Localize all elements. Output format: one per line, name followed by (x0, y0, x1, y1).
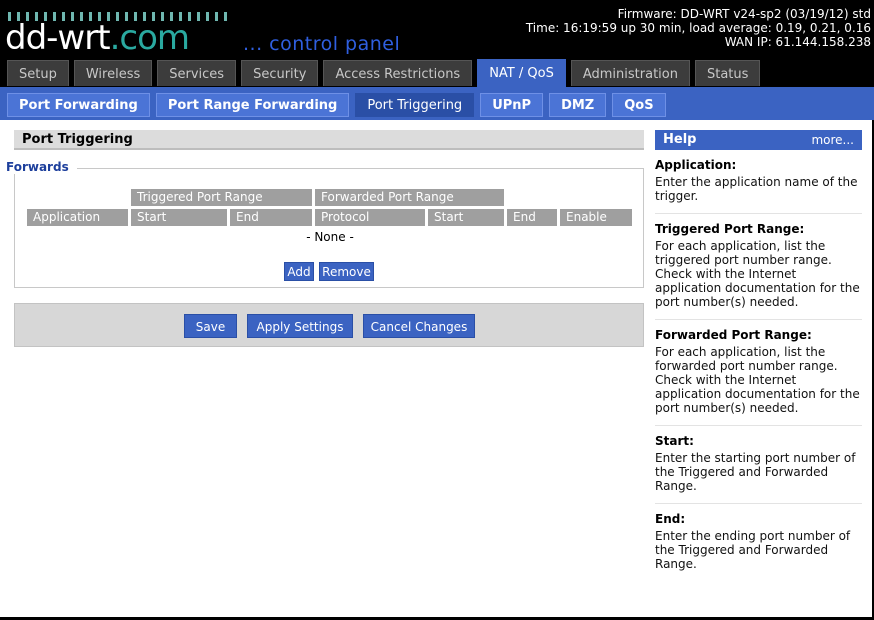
logo-dot-com: .com (109, 18, 190, 58)
column-protocol: Protocol (315, 209, 425, 226)
column-triggered-end: End (230, 209, 312, 226)
forwards-legend: Forwards (6, 160, 77, 174)
tab-security[interactable]: Security (241, 60, 319, 86)
help-term: Forwarded Port Range: (655, 328, 812, 342)
help-item-application: Application: Enter the application name … (655, 150, 862, 214)
help-item-triggered-range: Triggered Port Range: For each applicati… (655, 214, 862, 320)
tab-wireless[interactable]: Wireless (73, 60, 153, 86)
subtab-qos[interactable]: QoS (612, 93, 666, 117)
help-term: Application: (655, 158, 737, 172)
column-forwarded-end: End (507, 209, 557, 226)
column-triggered-start: Start (131, 209, 227, 226)
help-title: Help (663, 132, 697, 147)
tab-nat-qos[interactable]: NAT / QoS (477, 59, 566, 87)
section-title: Port Triggering (14, 130, 644, 150)
firmware-text: Firmware: DD-WRT v24-sp2 (03/19/12) std (617, 7, 871, 21)
main-tabs: Setup Wireless Services Security Access … (7, 59, 761, 87)
help-desc: For each application, list the forwarded… (655, 345, 860, 415)
help-desc: Enter the ending port number of the Trig… (655, 529, 851, 571)
subtab-upnp[interactable]: UPnP (480, 93, 544, 117)
subtab-port-range-forwarding[interactable]: Port Range Forwarding (155, 93, 350, 117)
tab-services[interactable]: Services (157, 60, 237, 86)
control-panel-subtitle: ... control panel (243, 33, 401, 55)
uptime-text: Time: 16:19:59 up 30 min, load average: … (525, 21, 871, 35)
subtab-port-triggering[interactable]: Port Triggering (355, 93, 475, 117)
triggered-range-header: Triggered Port Range (131, 189, 312, 206)
router-info: Firmware: DD-WRT v24-sp2 (03/19/12) std … (526, 7, 871, 49)
add-button[interactable]: Add (284, 262, 314, 281)
cancel-changes-button[interactable]: Cancel Changes (363, 314, 475, 338)
tab-access-restrictions[interactable]: Access Restrictions (323, 60, 473, 86)
tab-setup[interactable]: Setup (7, 60, 69, 86)
apply-settings-button[interactable]: Apply Settings (247, 314, 353, 338)
subtab-port-forwarding[interactable]: Port Forwarding (7, 93, 150, 117)
forwarded-range-header: Forwarded Port Range (315, 189, 504, 206)
subtab-dmz[interactable]: DMZ (549, 93, 607, 117)
help-desc: Enter the starting port number of the Tr… (655, 451, 856, 493)
help-more-link[interactable]: more... (811, 130, 854, 150)
forwards-fieldset: Triggered Port Range Forwarded Port Rang… (14, 168, 644, 288)
column-application: Application (27, 209, 128, 226)
content-area: Port Triggering Triggered Port Range For… (0, 120, 872, 617)
help-desc: For each application, list the triggered… (655, 239, 860, 309)
help-term: End: (655, 512, 686, 526)
sub-navigation: Port Forwarding Port Range Forwarding Po… (0, 87, 874, 120)
empty-list-text: - None - (306, 230, 354, 244)
help-item-end: End: Enter the ending port number of the… (655, 504, 862, 581)
column-enable: Enable (560, 209, 632, 226)
save-button[interactable]: Save (184, 314, 237, 338)
help-item-forwarded-range: Forwarded Port Range: For each applicati… (655, 320, 862, 426)
logo-main: dd-wrt (5, 18, 111, 58)
logo: dd-wrt.com (5, 18, 190, 58)
main-panel: Port Triggering Triggered Port Range For… (0, 120, 650, 617)
help-term: Start: (655, 434, 694, 448)
tab-status[interactable]: Status (694, 60, 761, 86)
help-header: Help more... (655, 130, 862, 150)
help-item-start: Start: Enter the starting port number of… (655, 426, 862, 504)
help-panel: Help more... Application: Enter the appl… (655, 130, 862, 581)
help-desc: Enter the application name of the trigge… (655, 175, 858, 203)
action-bar: Save Apply Settings Cancel Changes (14, 303, 644, 347)
help-term: Triggered Port Range: (655, 222, 805, 236)
header: dd-wrt.com ... control panel Firmware: D… (0, 0, 874, 87)
tab-administration[interactable]: Administration (570, 60, 690, 86)
column-forwarded-start: Start (428, 209, 504, 226)
wan-ip-text: WAN IP: 61.144.158.238 (724, 35, 871, 49)
remove-button[interactable]: Remove (319, 262, 374, 281)
